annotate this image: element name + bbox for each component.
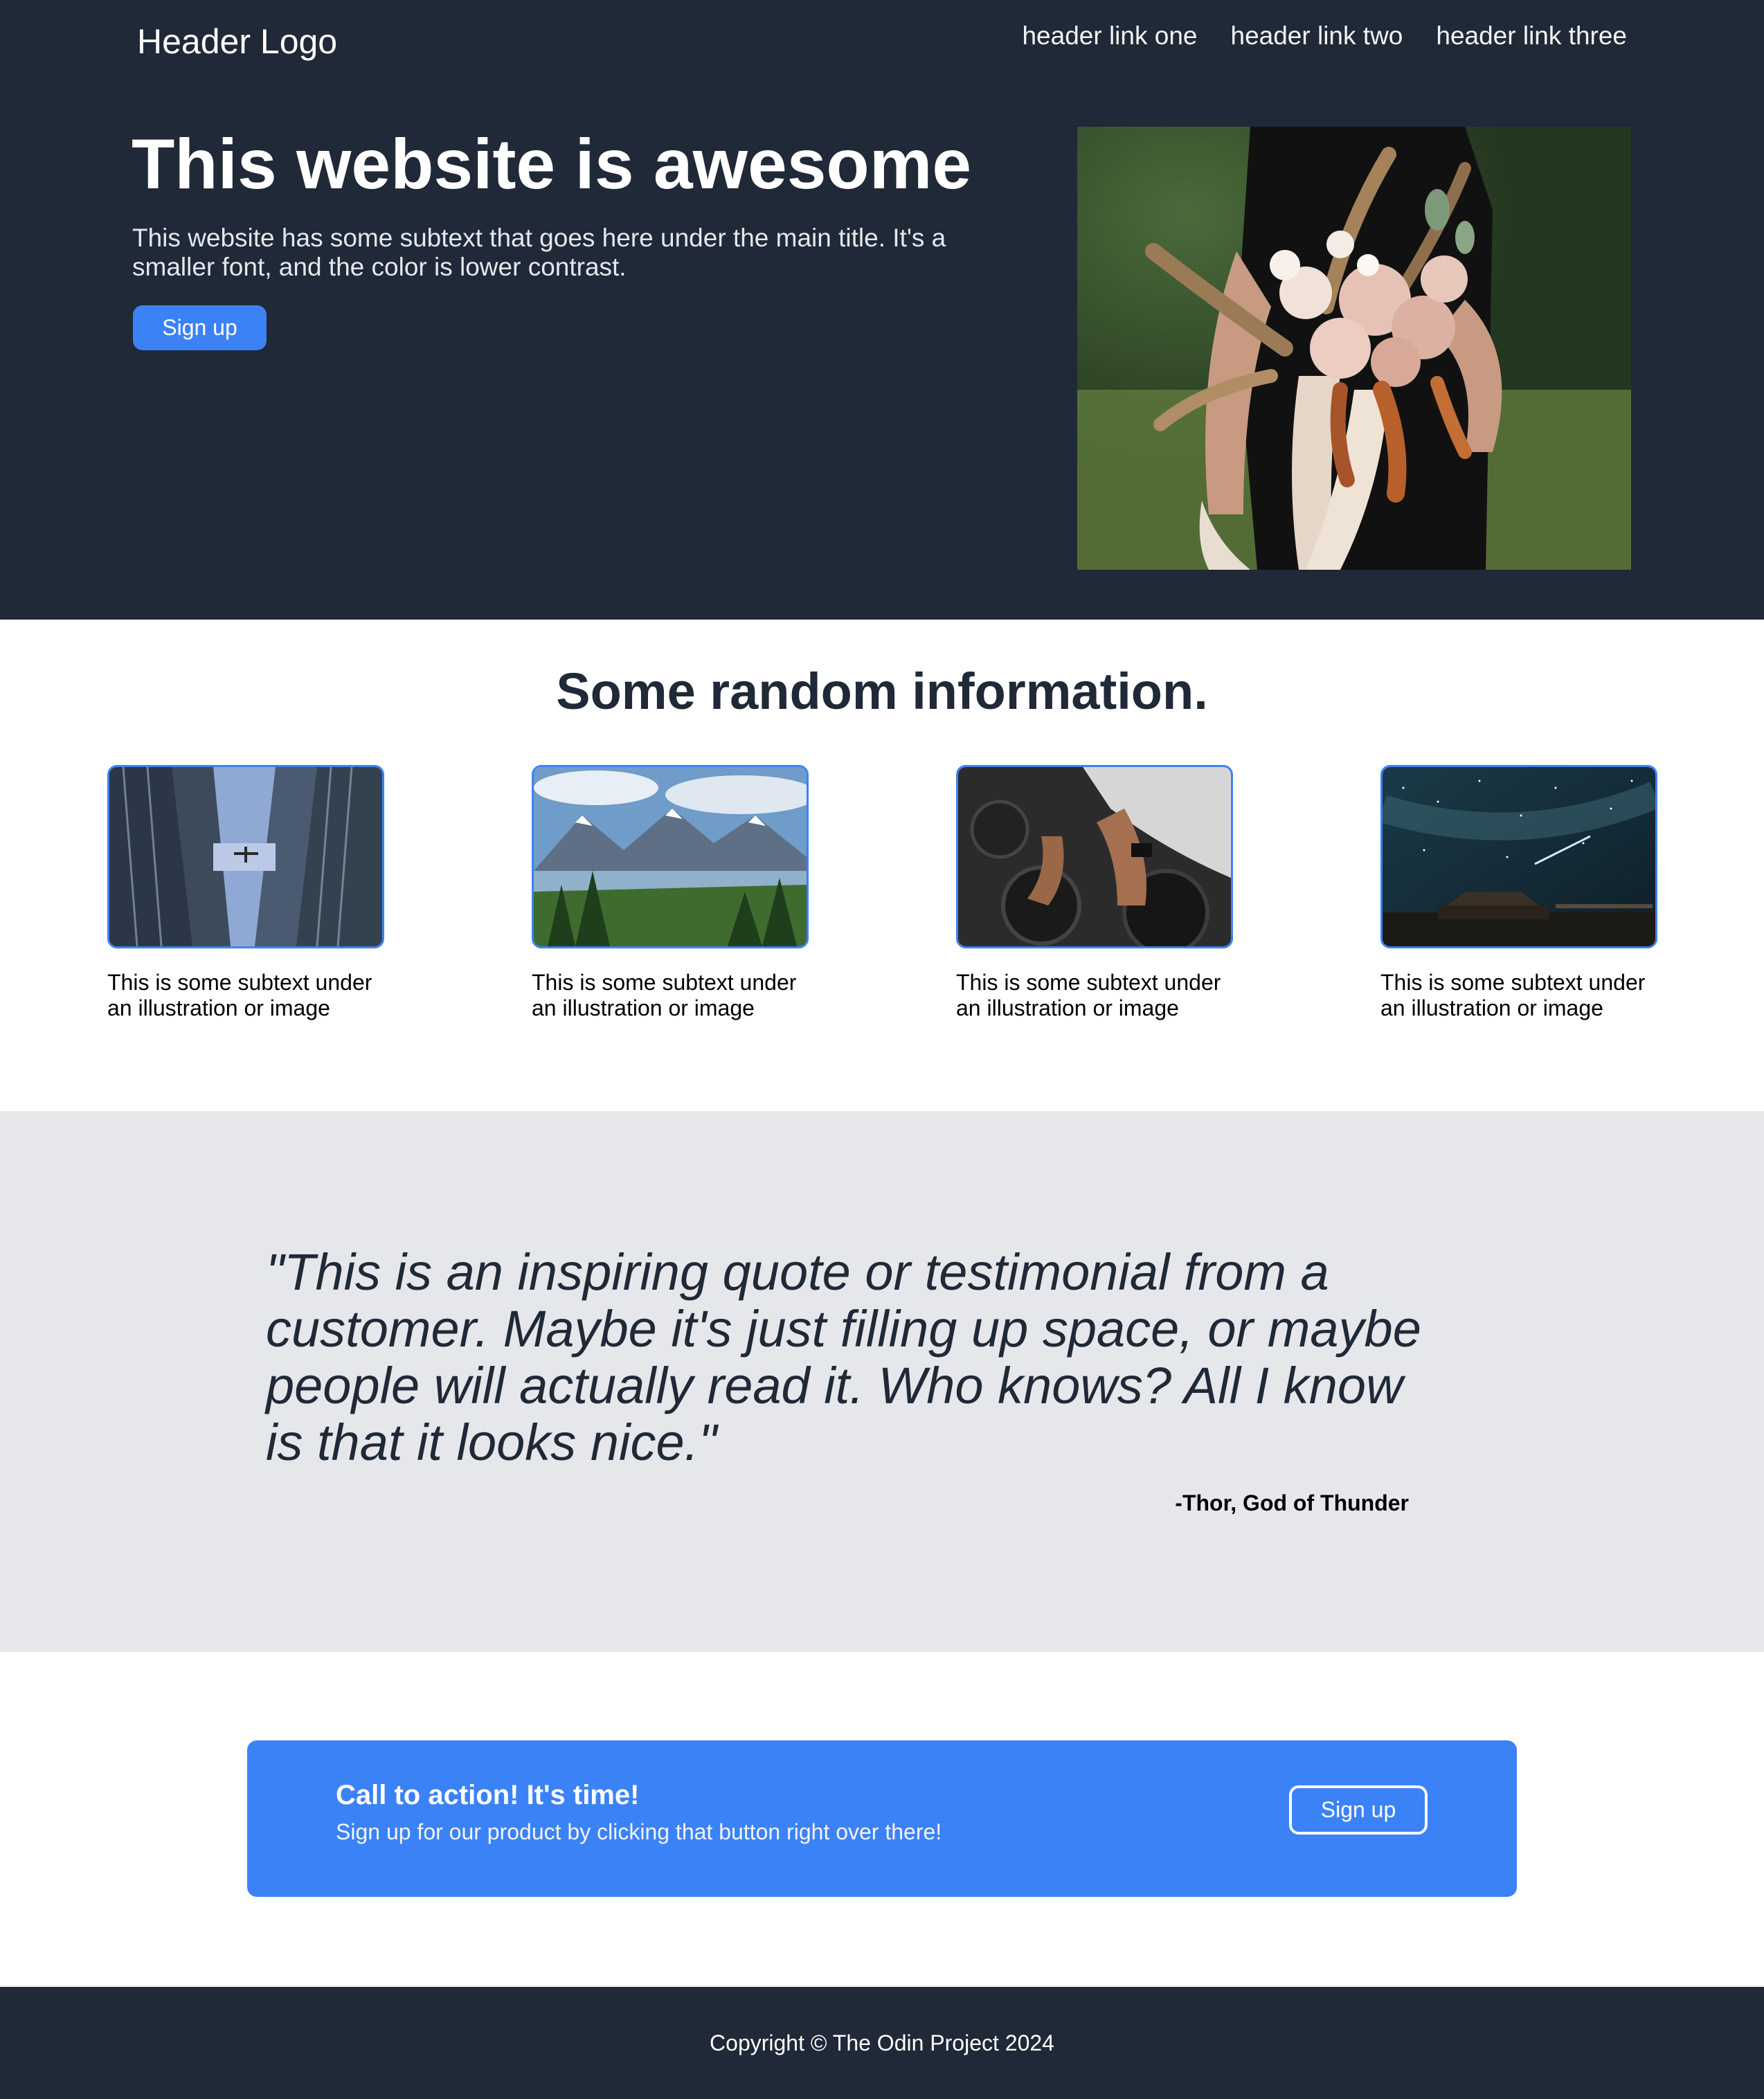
info-card: This is some subtext under an illustrati… xyxy=(956,765,1233,1021)
testimonial-quote: "This is an inspiring quote or testimoni… xyxy=(266,1243,1421,1471)
card-text: This is some subtext under an illustrati… xyxy=(956,970,1221,1020)
skyscrapers-photo-icon xyxy=(109,767,382,946)
header-link-one[interactable]: header link one xyxy=(1022,19,1197,53)
footer-copyright: Copyright © The Odin Project 2024 xyxy=(710,2030,1054,2055)
card-text: This is some subtext under an illustrati… xyxy=(532,970,797,1020)
info-card: This is some subtext under an illustrati… xyxy=(1380,765,1657,1021)
hero-signup-button[interactable]: Sign up xyxy=(133,305,267,350)
card-image xyxy=(532,765,809,948)
night-sky-photo-icon xyxy=(1383,767,1655,946)
header-nav: header link one header link two header l… xyxy=(1022,19,1627,53)
info-title: Some random information. xyxy=(556,663,1208,720)
info-section: Some random information. This is some su xyxy=(0,620,1764,1111)
header-link-two[interactable]: header link two xyxy=(1231,19,1403,53)
quote-author: -Thor, God of Thunder xyxy=(1175,1490,1409,1515)
card-image xyxy=(1380,765,1657,948)
header-link-three[interactable]: header link three xyxy=(1436,19,1627,53)
info-card: This is some subtext under an illustrati… xyxy=(107,765,384,1021)
dumbbells-photo-icon xyxy=(958,767,1231,946)
cta-signup-button[interactable]: Sign up xyxy=(1289,1785,1428,1835)
hero-title: This website is awesome xyxy=(132,125,972,204)
hero-image xyxy=(1077,127,1631,570)
card-text: This is some subtext under an illustrati… xyxy=(107,970,372,1020)
card-image xyxy=(956,765,1233,948)
hero-subtitle: This website has some subtext that goes … xyxy=(132,224,946,281)
info-card: This is some subtext under an illustrati… xyxy=(532,765,809,1021)
cta-section: Call to action! It's time! Sign up for o… xyxy=(0,1652,1764,1987)
card-image xyxy=(107,765,384,948)
mountains-photo-icon xyxy=(534,767,807,946)
footer: Copyright © The Odin Project 2024 xyxy=(0,1987,1764,2099)
quote-section: "This is an inspiring quote or testimoni… xyxy=(0,1111,1764,1652)
hero-section: Header Logo header link one header link … xyxy=(0,0,1764,620)
card-text: This is some subtext under an illustrati… xyxy=(1380,970,1646,1020)
cta-subtitle: Sign up for our product by clicking that… xyxy=(336,1819,942,1844)
cta-box: Call to action! It's time! Sign up for o… xyxy=(247,1740,1517,1897)
cta-title: Call to action! It's time! xyxy=(336,1780,640,1810)
header-logo[interactable]: Header Logo xyxy=(137,19,337,64)
bouquet-photo-icon xyxy=(1077,127,1631,570)
